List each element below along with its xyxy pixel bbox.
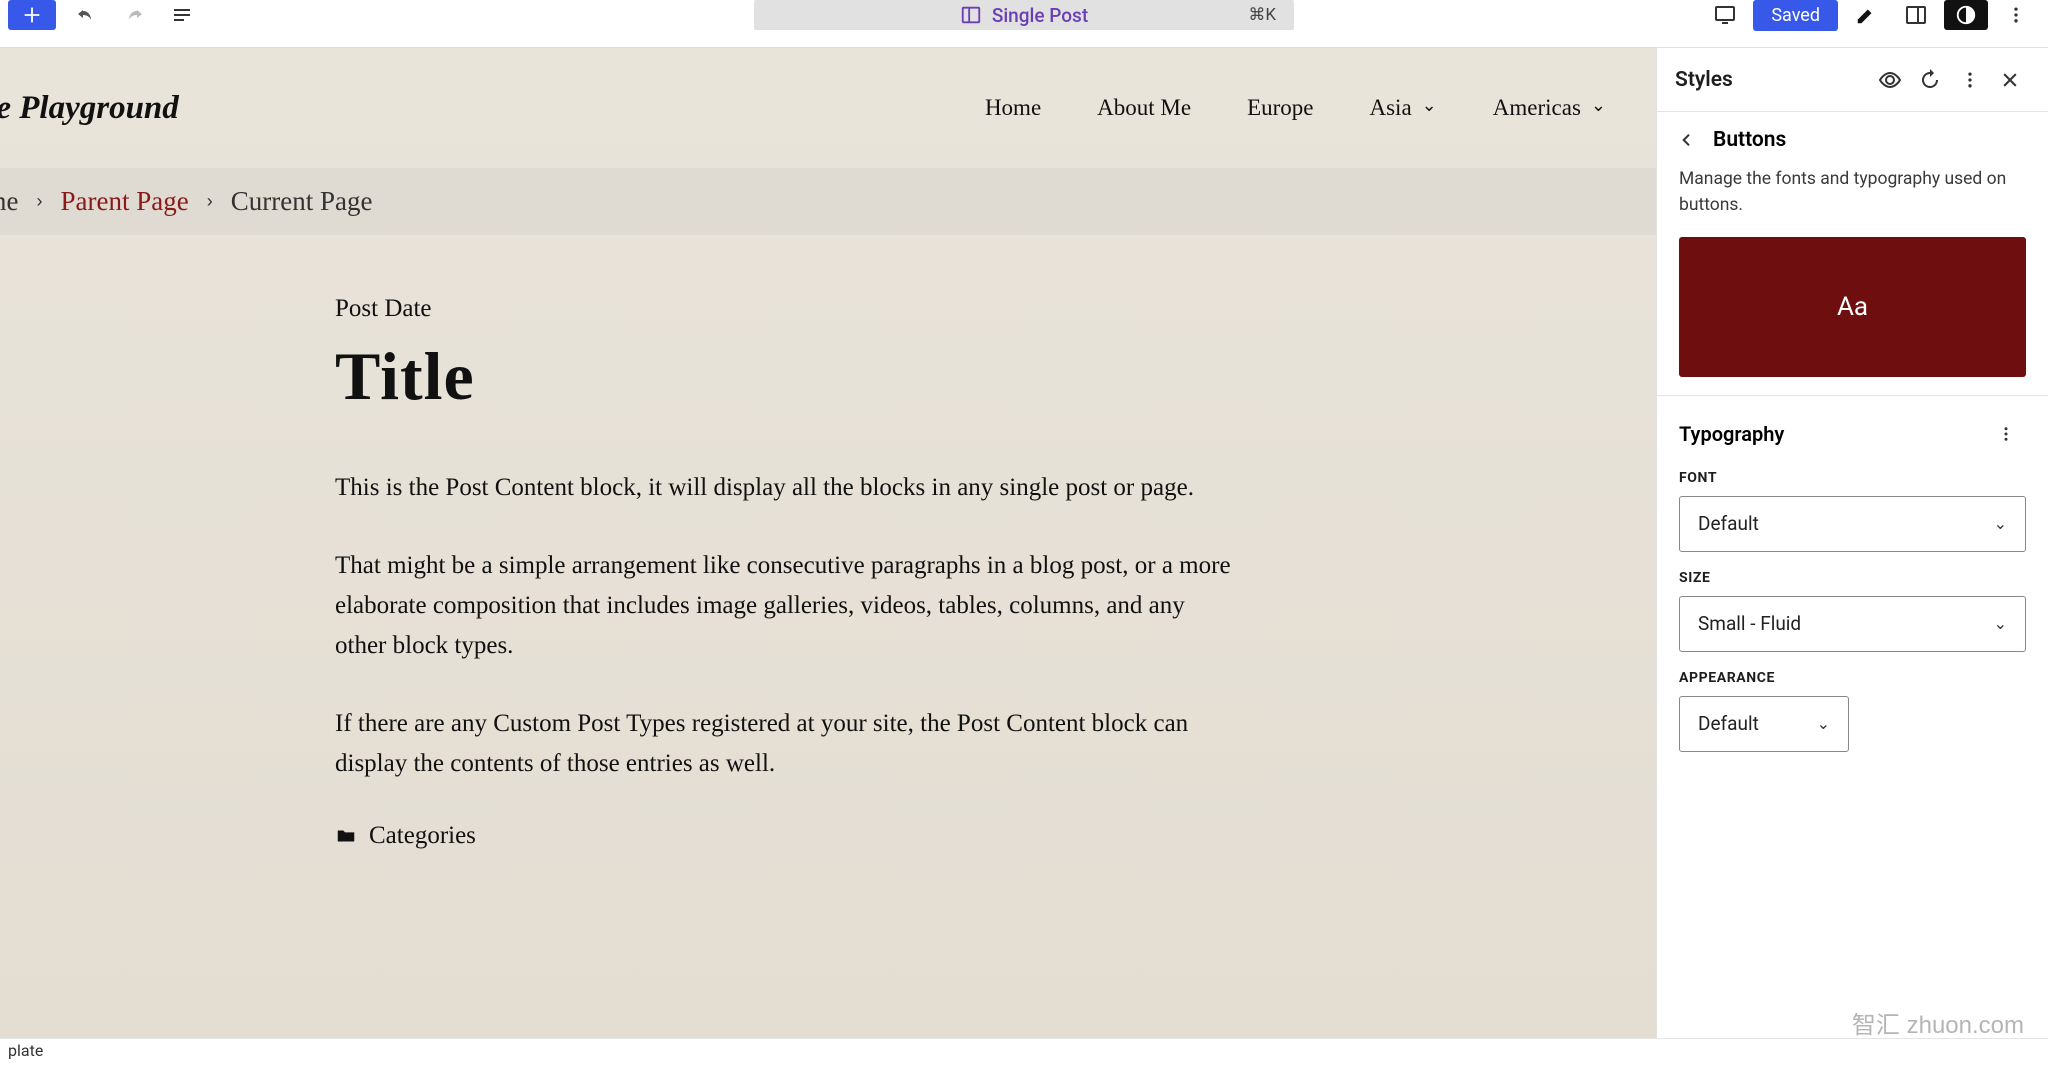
post-title[interactable]: Title bbox=[335, 337, 1235, 416]
nav-about[interactable]: About Me bbox=[1097, 95, 1191, 121]
pencil-icon bbox=[1855, 4, 1877, 26]
size-select[interactable]: Small - Fluid ⌄ bbox=[1679, 596, 2026, 652]
post-paragraph: That might be a simple arrangement like … bbox=[335, 546, 1235, 666]
chevron-down-icon: ⌄ bbox=[1994, 514, 2007, 533]
post-date[interactable]: Post Date bbox=[335, 295, 1235, 323]
typography-preview: Aa bbox=[1679, 237, 2026, 377]
categories-label: Categories bbox=[369, 822, 476, 850]
site-nav: Home About Me Europe Asia Americas bbox=[985, 95, 1606, 121]
appearance-value: Default bbox=[1698, 712, 1759, 735]
stylebook-button[interactable] bbox=[1870, 60, 1910, 100]
sidebar-title: Styles bbox=[1675, 68, 1733, 92]
nav-asia[interactable]: Asia bbox=[1370, 95, 1437, 121]
breadcrumb-parent[interactable]: Parent Page bbox=[61, 186, 189, 217]
post-body[interactable]: This is the Post Content block, it will … bbox=[335, 468, 1235, 784]
categories-row[interactable]: Categories bbox=[335, 822, 1235, 850]
section-more-button[interactable] bbox=[1986, 414, 2026, 454]
view-button[interactable] bbox=[1703, 0, 1747, 30]
desktop-icon bbox=[1713, 3, 1737, 27]
list-icon bbox=[170, 3, 194, 27]
breadcrumb-home[interactable]: ome bbox=[0, 186, 19, 217]
add-block-button[interactable] bbox=[8, 0, 56, 30]
history-icon bbox=[1918, 68, 1942, 92]
breadcrumb-separator: › bbox=[37, 191, 43, 212]
panel-icon bbox=[1904, 3, 1928, 27]
preview-text: Aa bbox=[1837, 292, 1868, 322]
template-selector[interactable]: Single Post ⌘K bbox=[754, 0, 1294, 30]
layout-icon bbox=[960, 4, 982, 26]
appearance-label: APPEARANCE bbox=[1679, 670, 2026, 686]
site-title[interactable]: he Playground bbox=[0, 90, 179, 127]
appearance-select[interactable]: Default ⌄ bbox=[1679, 696, 1849, 752]
size-label: SIZE bbox=[1679, 570, 2026, 586]
more-button[interactable] bbox=[1994, 0, 2038, 30]
kebab-icon bbox=[1997, 425, 2015, 443]
site-header: he Playground Home About Me Europe Asia … bbox=[0, 48, 1656, 168]
back-button[interactable]: Buttons bbox=[1679, 128, 2026, 152]
toolbar-left bbox=[8, 0, 200, 30]
chevron-left-icon bbox=[1679, 132, 1695, 148]
font-value: Default bbox=[1698, 512, 1759, 535]
size-value: Small - Fluid bbox=[1698, 612, 1801, 635]
sidebar-subheader: Buttons Manage the fonts and typography … bbox=[1657, 112, 2048, 396]
chevron-down-icon: ⌄ bbox=[1994, 614, 2007, 633]
breadcrumb-separator: › bbox=[207, 191, 213, 212]
editor-canvas[interactable]: he Playground Home About Me Europe Asia … bbox=[0, 47, 1656, 1038]
toolbar-right: Saved bbox=[1703, 0, 2038, 30]
plus-icon bbox=[21, 4, 43, 26]
breadcrumbs: ome › Parent Page › Current Page bbox=[0, 168, 1656, 235]
post-content: Post Date Title This is the Post Content… bbox=[335, 295, 1235, 850]
sidebar-toggle-button[interactable] bbox=[1894, 0, 1938, 30]
section-title: Typography bbox=[1679, 422, 1784, 446]
post-paragraph: This is the Post Content block, it will … bbox=[335, 468, 1235, 508]
font-label: FONT bbox=[1679, 470, 2026, 486]
footer-text: plate bbox=[8, 1041, 43, 1060]
styles-button[interactable] bbox=[1944, 0, 1988, 30]
nav-europe[interactable]: Europe bbox=[1247, 95, 1313, 121]
sidebar-more-button[interactable] bbox=[1950, 60, 1990, 100]
shortcut-hint: ⌘K bbox=[1248, 5, 1276, 25]
styles-sidebar: Styles Buttons Manage the fonts and typo… bbox=[1656, 47, 2048, 1038]
sidebar-header: Styles bbox=[1657, 48, 2048, 112]
folder-icon bbox=[335, 825, 357, 847]
nav-americas[interactable]: Americas bbox=[1493, 95, 1606, 121]
undo-icon bbox=[74, 3, 98, 27]
edit-button[interactable] bbox=[1844, 0, 1888, 30]
list-view-button[interactable] bbox=[164, 0, 200, 33]
footer-bar: plate bbox=[0, 1038, 2048, 1066]
back-label: Buttons bbox=[1713, 128, 1786, 152]
post-paragraph: If there are any Custom Post Types regis… bbox=[335, 704, 1235, 784]
revisions-button[interactable] bbox=[1910, 60, 1950, 100]
undo-button[interactable] bbox=[68, 0, 104, 33]
nav-home[interactable]: Home bbox=[985, 95, 1041, 121]
breadcrumb-current: Current Page bbox=[231, 186, 373, 217]
redo-icon bbox=[122, 3, 146, 27]
top-toolbar: Single Post ⌘K Saved bbox=[0, 0, 2048, 47]
close-sidebar-button[interactable] bbox=[1990, 60, 2030, 100]
contrast-icon bbox=[1955, 4, 1977, 26]
typography-section: Typography FONT Default ⌄ SIZE Small - F… bbox=[1657, 396, 2048, 780]
sidebar-description: Manage the fonts and typography used on … bbox=[1679, 166, 2026, 219]
template-label: Single Post bbox=[992, 4, 1088, 27]
kebab-icon bbox=[2006, 5, 2026, 25]
eye-icon bbox=[1878, 68, 1902, 92]
kebab-icon bbox=[1960, 70, 1980, 90]
font-select[interactable]: Default ⌄ bbox=[1679, 496, 2026, 552]
chevron-down-icon: ⌄ bbox=[1817, 714, 1830, 733]
save-button[interactable]: Saved bbox=[1753, 0, 1838, 31]
close-icon bbox=[2000, 70, 2020, 90]
redo-button[interactable] bbox=[116, 0, 152, 33]
